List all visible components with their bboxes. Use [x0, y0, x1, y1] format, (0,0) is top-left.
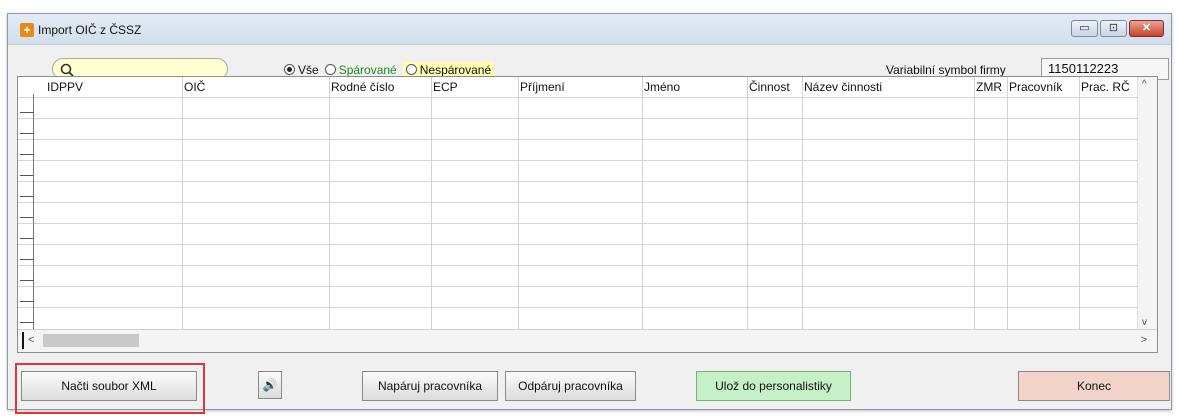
vertical-scrollbar[interactable]: ^ v	[1137, 77, 1157, 330]
col-jmeno[interactable]: Jméno	[644, 80, 680, 94]
scroll-up-icon[interactable]: ^	[1142, 79, 1147, 90]
row-divider	[18, 160, 1137, 161]
row-divider	[18, 286, 1137, 287]
end-button[interactable]: Konec	[1018, 371, 1170, 401]
scroll-left-icon[interactable]: <	[28, 334, 34, 346]
radio-vse-label: Vše	[298, 62, 319, 77]
minimize-button[interactable]: ▭	[1071, 20, 1098, 37]
scrollbar-thumb[interactable]	[43, 334, 139, 347]
row-header-tick	[20, 133, 33, 134]
unpair-worker-button[interactable]: Odpáruj pracovníka	[505, 371, 636, 401]
column-divider	[1079, 77, 1080, 330]
radio-nesparovane-label: Nespárované	[419, 62, 492, 77]
close-button[interactable]: ✕	[1129, 20, 1164, 37]
row-divider	[18, 202, 1137, 203]
oic-table[interactable]: IDPPV OIČ Rodné číslo ECP Příjmení Jméno…	[17, 76, 1158, 353]
row-divider	[18, 265, 1137, 266]
radio-sparovane-label: Spárované	[338, 62, 397, 77]
row-header-tick	[20, 112, 33, 113]
col-prac-rc[interactable]: Prac. RČ	[1081, 80, 1130, 94]
col-rodne-cislo[interactable]: Rodné číslo	[331, 80, 394, 94]
scroll-down-icon[interactable]: v	[1142, 317, 1147, 328]
row-divider	[18, 307, 1137, 308]
title-bar: + Import OIČ z ČSSZ ▭ ⊡ ✕	[8, 14, 1171, 45]
col-pracovnik[interactable]: Pracovník	[1009, 80, 1062, 94]
scroll-start-marker	[22, 332, 24, 349]
column-divider	[329, 77, 330, 330]
speaker-icon: 🔊	[262, 378, 278, 392]
highlight-frame	[15, 363, 205, 414]
radio-sparovane[interactable]: Spárované	[324, 62, 397, 77]
row-divider	[18, 181, 1137, 182]
column-divider	[431, 77, 432, 330]
column-divider	[802, 77, 803, 330]
col-idppv[interactable]: IDPPV	[47, 80, 83, 94]
row-header	[20, 94, 34, 330]
window-title: Import OIČ z ČSSZ	[38, 23, 142, 37]
row-divider	[18, 139, 1137, 140]
column-divider	[1007, 77, 1008, 330]
radio-vse[interactable]: Vše	[284, 63, 319, 77]
col-cinnost[interactable]: Činnost	[749, 80, 790, 94]
row-header-tick	[20, 259, 33, 260]
scroll-right-icon[interactable]: >	[1141, 334, 1147, 346]
row-header-tick	[20, 175, 33, 176]
radio-empty-icon	[405, 64, 417, 75]
horizontal-scrollbar[interactable]: < >	[18, 329, 1157, 352]
col-nazev-cinnosti[interactable]: Název činnosti	[804, 80, 882, 94]
row-header-tick	[20, 301, 33, 302]
col-prijmeni[interactable]: Příjmení	[520, 80, 565, 94]
app-plus-icon: +	[20, 23, 34, 37]
row-header-tick	[20, 238, 33, 239]
maximize-button[interactable]: ⊡	[1100, 20, 1127, 37]
column-divider	[642, 77, 643, 330]
radio-empty-icon	[324, 64, 336, 75]
col-zmr[interactable]: ZMR	[976, 80, 1002, 94]
col-ecp[interactable]: ECP	[433, 80, 458, 94]
row-header-tick	[20, 154, 33, 155]
column-divider	[974, 77, 975, 330]
pair-worker-button[interactable]: Napáruj pracovníka	[362, 371, 498, 401]
row-divider	[18, 244, 1137, 245]
row-divider	[18, 97, 1137, 98]
row-divider	[18, 223, 1137, 224]
sound-button[interactable]: 🔊	[258, 371, 282, 399]
col-oic[interactable]: OIČ	[184, 80, 205, 94]
row-divider	[18, 118, 1137, 119]
column-divider	[182, 77, 183, 330]
save-to-personnel-button[interactable]: Ulož do personalistiky	[696, 371, 851, 401]
row-header-tick	[20, 280, 33, 281]
variable-symbol-label: Variabilní symbol firmy	[886, 63, 1006, 77]
column-divider	[747, 77, 748, 330]
column-divider	[518, 77, 519, 330]
row-header-tick	[20, 217, 33, 218]
row-header-tick	[20, 322, 33, 323]
row-header-tick	[20, 196, 33, 197]
radio-selected-icon	[284, 64, 295, 75]
